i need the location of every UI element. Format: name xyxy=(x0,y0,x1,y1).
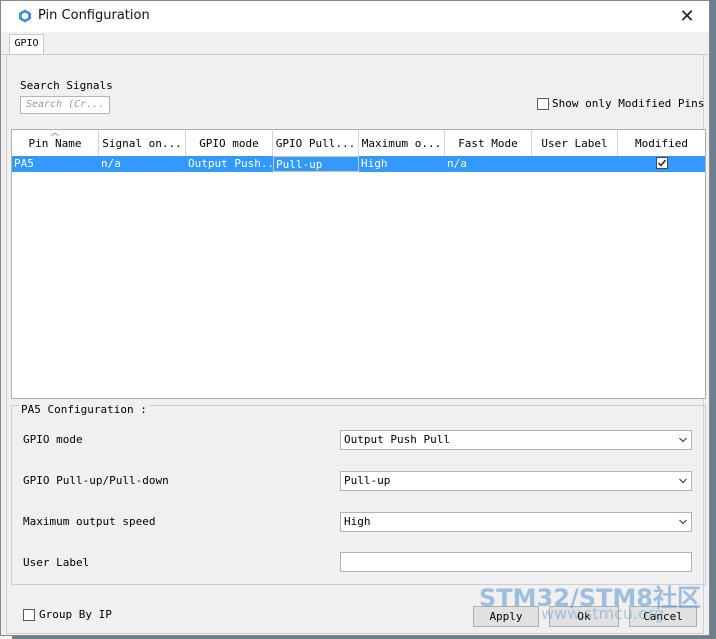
column-header-gpio-mode[interactable]: GPIO mode xyxy=(186,130,273,156)
search-input[interactable]: Search (Cr... xyxy=(20,96,110,114)
cell-max-speed: High xyxy=(361,157,388,170)
show-modified-checkbox[interactable] xyxy=(537,97,549,110)
max-speed-select[interactable]: High xyxy=(340,512,692,532)
user-label-input[interactable] xyxy=(340,552,692,572)
chevron-down-icon xyxy=(679,478,687,484)
table-row[interactable]: PA5 n/a Output Push... Pull-up High n/a xyxy=(12,156,705,172)
column-header-gpio-pull[interactable]: GPIO Pull... xyxy=(273,130,359,156)
gpio-pull-label: GPIO Pull-up/Pull-down xyxy=(23,474,169,487)
close-icon: ✕ xyxy=(679,6,695,27)
group-by-ip-label: Group By IP xyxy=(39,608,112,621)
search-signals-label: Search Signals xyxy=(20,79,113,92)
group-by-ip-toggle[interactable]: Group By IP xyxy=(23,608,112,621)
max-speed-value: High xyxy=(344,515,371,528)
sort-ascending-icon: ︿ xyxy=(51,130,59,137)
checkmark-icon xyxy=(657,159,666,167)
column-header-fast-mode[interactable]: Fast Mode xyxy=(445,130,532,156)
show-modified-label: Show only Modified Pins xyxy=(552,97,705,110)
close-button[interactable]: ✕ xyxy=(665,1,709,32)
column-header-modified[interactable]: Modified xyxy=(618,130,705,156)
modified-checkbox[interactable] xyxy=(655,157,668,169)
table-header: ︿ Pin Name Signal on... GPIO mode GPIO P… xyxy=(12,130,705,157)
tab-gpio[interactable]: GPIO xyxy=(9,34,44,54)
gpio-pull-select[interactable]: Pull-up xyxy=(340,471,692,491)
cell-fast-mode: n/a xyxy=(447,157,467,170)
user-label-label: User Label xyxy=(23,556,90,569)
gpio-pull-value: Pull-up xyxy=(344,474,391,487)
max-speed-label: Maximum output speed xyxy=(23,515,156,528)
show-modified-toggle[interactable]: Show only Modified Pins xyxy=(537,97,704,110)
cell-gpio-pull[interactable]: Pull-up xyxy=(273,156,359,172)
pin-configuration-dialog: Pin Configuration ✕ GPIO Search Signals … xyxy=(0,0,710,636)
group-by-ip-checkbox[interactable] xyxy=(23,608,35,621)
pin-configuration-title: PA5 Configuration : xyxy=(19,403,149,416)
tab-strip: GPIO xyxy=(1,32,709,55)
chevron-down-icon xyxy=(679,437,687,443)
title-bar[interactable]: Pin Configuration ✕ xyxy=(1,1,709,32)
column-header-pin-name[interactable]: ︿ Pin Name xyxy=(12,130,99,156)
cell-signal: n/a xyxy=(101,157,121,170)
gpio-mode-select[interactable]: Output Push Pull xyxy=(340,430,692,450)
column-header-signal[interactable]: Signal on... xyxy=(99,130,186,156)
column-header-maximum-output[interactable]: Maximum o... xyxy=(359,130,445,156)
window-title: Pin Configuration xyxy=(38,8,150,23)
cell-modified xyxy=(618,156,705,172)
app-hexagon-icon xyxy=(19,9,31,23)
column-header-user-label[interactable]: User Label xyxy=(532,130,618,156)
cell-pin-name: PA5 xyxy=(14,157,34,170)
chevron-down-icon xyxy=(679,519,687,525)
cell-user-label xyxy=(532,156,618,172)
cancel-button[interactable]: Cancel xyxy=(629,606,697,627)
pin-table: ︿ Pin Name Signal on... GPIO mode GPIO P… xyxy=(11,129,706,399)
apply-button[interactable]: Apply xyxy=(473,606,539,627)
ok-button[interactable]: Ok xyxy=(549,606,619,627)
gpio-mode-label: GPIO mode xyxy=(23,433,83,446)
cell-gpio-mode: Output Push... xyxy=(188,157,273,170)
gpio-mode-value: Output Push Pull xyxy=(344,433,450,446)
